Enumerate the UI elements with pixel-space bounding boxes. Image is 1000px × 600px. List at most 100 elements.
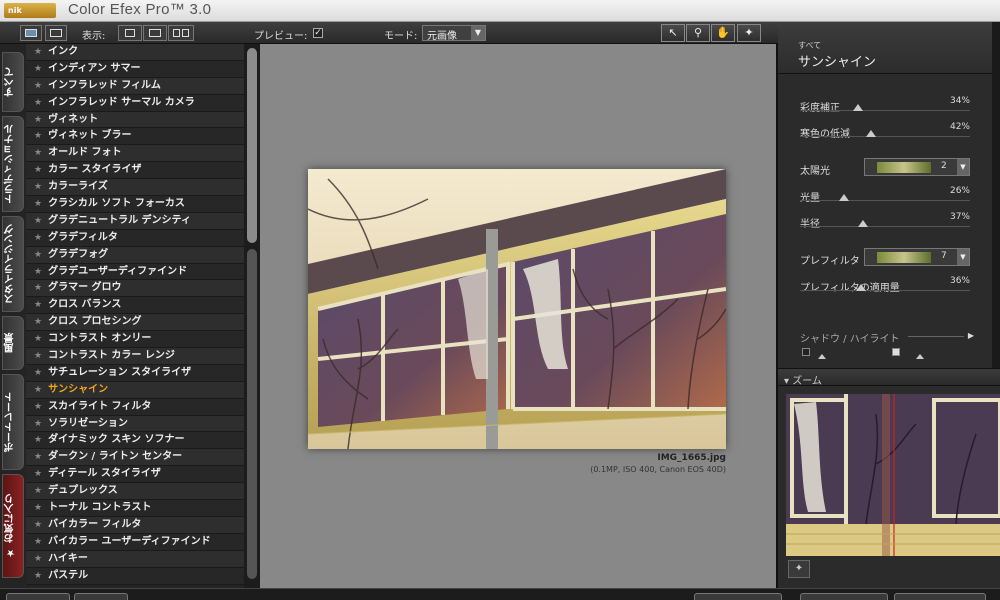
favorite-star-icon[interactable]: ★ (34, 351, 42, 361)
favorite-star-icon[interactable]: ★ (34, 402, 42, 412)
favorite-star-icon[interactable]: ★ (34, 486, 42, 496)
filter-item[interactable]: ★ ソラリゼーション (26, 415, 244, 433)
filter-item[interactable]: ★ バイカラー フィルタ (26, 516, 244, 534)
filter-item[interactable]: ★ パステル (26, 567, 244, 585)
cool-reduction-slider[interactable]: 寒色の低減 42% (800, 122, 970, 141)
filter-item[interactable]: ★ コントラスト カラー レンジ (26, 348, 244, 365)
scrollbar-thumb[interactable] (247, 48, 257, 243)
filter-item[interactable]: ★ サンシャイン (26, 381, 244, 399)
favorite-star-icon[interactable]: ★ (34, 199, 42, 209)
tab-favorites[interactable]: ★ お気に入り (2, 474, 24, 578)
favorite-star-icon[interactable]: ★ (34, 98, 42, 108)
filter-item[interactable]: ★ ハイキー (26, 550, 244, 568)
favorite-star-icon[interactable]: ★ (34, 368, 42, 378)
filter-item[interactable]: ★ グラマー グロウ (26, 280, 244, 298)
favorite-star-icon[interactable]: ★ (34, 283, 42, 293)
filter-item[interactable]: ★ サチュレーション スタイライザ (26, 364, 244, 382)
filter-item[interactable]: ★ グラデユーザーディファインド (26, 263, 244, 281)
favorite-star-icon[interactable]: ★ (34, 267, 42, 277)
filter-item[interactable]: ★ デュプレックス (26, 483, 244, 501)
pointer-tool-button[interactable]: ↖ (661, 24, 685, 42)
favorite-star-icon[interactable]: ★ (34, 571, 42, 581)
favorite-star-icon[interactable]: ★ (34, 334, 42, 344)
slider-track[interactable] (800, 110, 970, 111)
favorite-star-icon[interactable]: ★ (34, 537, 42, 547)
preview-checkbox[interactable]: ✓ (313, 28, 323, 38)
filter-item[interactable]: ★ インディアン サマー (26, 60, 244, 78)
filter-item[interactable]: ★ ディテール スタイライザ (26, 466, 244, 484)
mode-select[interactable]: 元画像 ▼ (422, 25, 486, 42)
filter-item[interactable]: ★ ヴィネット ブラー (26, 128, 244, 146)
filter-item[interactable]: ★ カラーライズ (26, 179, 244, 197)
filter-item[interactable]: ★ グラデフィルタ (26, 229, 244, 247)
hand-tool-button[interactable]: ✋ (711, 24, 735, 42)
pin-zoom-button[interactable]: ✦ (788, 560, 810, 578)
favorite-star-icon[interactable]: ★ (34, 435, 42, 445)
bottom-button-2[interactable] (74, 593, 128, 600)
filter-item[interactable]: ★ カラー スタイライザ (26, 162, 244, 180)
favorite-star-icon[interactable]: ★ (34, 385, 42, 395)
favorite-star-icon[interactable]: ★ (34, 469, 42, 479)
slider-thumb[interactable] (857, 220, 868, 227)
filter-item[interactable]: ★ インフラレッド サーマル カメラ (26, 94, 244, 112)
favorite-star-icon[interactable]: ★ (34, 554, 42, 564)
filter-item[interactable]: ★ コントラスト オンリー (26, 331, 244, 349)
filter-item[interactable]: ★ グラデフォグ (26, 246, 244, 264)
tab-stylizing[interactable]: スタイライジング (2, 216, 24, 312)
favorite-star-icon[interactable]: ★ (34, 419, 42, 429)
bottom-button-4[interactable] (800, 593, 888, 600)
highlight-thumb[interactable] (916, 354, 924, 359)
view-thumbnails-button[interactable] (20, 25, 42, 41)
filter-item[interactable]: ★ クラシカル ソフト フォーカス (26, 196, 244, 213)
tab-portrait[interactable]: ポートレート (2, 374, 24, 470)
shadow-swatch[interactable] (802, 348, 810, 356)
favorite-star-icon[interactable]: ★ (34, 47, 42, 57)
prefilter-amount-slider[interactable]: プレフィルタの適用量 36% (800, 276, 970, 295)
view-list-button[interactable] (45, 25, 67, 41)
breadcrumb[interactable]: すべて (798, 40, 821, 51)
preview-image[interactable] (308, 169, 726, 449)
favorite-star-icon[interactable]: ★ (34, 503, 42, 513)
zoom-tool-button[interactable]: ⚲ (686, 24, 710, 42)
zoom-view[interactable] (786, 394, 1000, 556)
favorite-star-icon[interactable]: ★ (34, 233, 42, 243)
panel-scrollbar[interactable] (992, 22, 1000, 368)
light-tool-button[interactable]: ✦ (737, 24, 761, 42)
prefilter-dropdown[interactable]: 7 ▼ (864, 248, 970, 266)
slider-thumb[interactable] (866, 130, 877, 137)
tab-traditional[interactable]: トラディショナル (2, 116, 24, 212)
bottom-button-5[interactable] (894, 593, 986, 600)
zoom-header[interactable]: ▾ ズーム (778, 368, 1000, 387)
slider-track[interactable] (800, 136, 970, 137)
slider-thumb[interactable] (852, 104, 863, 111)
favorite-star-icon[interactable]: ★ (34, 317, 42, 327)
filter-item[interactable]: ★ インク (26, 44, 244, 61)
sun-dropdown[interactable]: 2 ▼ (864, 158, 970, 176)
filter-item[interactable]: ★ グラデニュートラル デンシティ (26, 212, 244, 230)
slider-thumb[interactable] (839, 194, 850, 201)
slider-track[interactable] (800, 226, 970, 227)
filter-item[interactable]: ★ オールド フォト (26, 145, 244, 163)
favorite-star-icon[interactable]: ★ (34, 300, 42, 310)
filter-item[interactable]: ★ ヴィネット (26, 111, 244, 129)
filter-item[interactable]: ★ インフラレッド フィルム (26, 77, 244, 95)
tab-landscape[interactable]: 風景 (2, 316, 24, 370)
filter-item[interactable]: ★ バイカラー ユーザーディファインド (26, 533, 244, 551)
slider-thumb[interactable] (856, 284, 867, 291)
favorite-star-icon[interactable]: ★ (34, 131, 42, 141)
filter-item[interactable]: ★ スカイライト フィルタ (26, 398, 244, 416)
saturation-slider[interactable]: 彩度補正 34% (800, 96, 970, 115)
favorite-star-icon[interactable]: ★ (34, 452, 42, 462)
bottom-button-1[interactable] (6, 593, 70, 600)
favorite-star-icon[interactable]: ★ (34, 520, 42, 530)
filter-item[interactable]: ★ トーナル コントラスト (26, 500, 244, 517)
light-amount-slider[interactable]: 光量 26% (800, 186, 970, 205)
filter-list-scrollbar[interactable] (244, 44, 260, 588)
filter-item[interactable]: ★ ダークン / ライトン センター (26, 449, 244, 467)
shadow-highlight-section[interactable]: シャドウ / ハイライト ▶ (800, 330, 974, 345)
shadow-thumb[interactable] (818, 354, 826, 359)
favorite-star-icon[interactable]: ★ (34, 115, 42, 125)
radius-slider[interactable]: 半径 37% (800, 212, 970, 231)
favorite-star-icon[interactable]: ★ (34, 81, 42, 91)
favorite-star-icon[interactable]: ★ (34, 64, 42, 74)
